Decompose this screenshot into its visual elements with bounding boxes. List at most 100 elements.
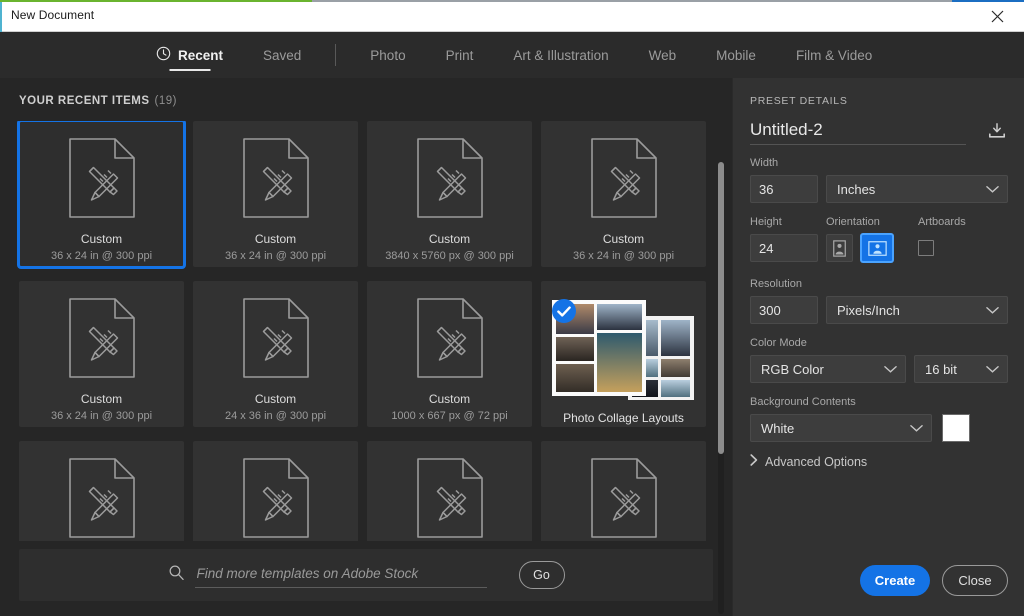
close-button[interactable]: Close <box>942 565 1008 596</box>
recent-item-card[interactable]: Custom 36 x 24 in @ 300 ppi <box>541 121 706 267</box>
tab-label: Photo <box>370 47 406 63</box>
recent-item-subtitle: 36 x 24 in @ 300 ppi <box>224 250 327 262</box>
recent-item-card[interactable] <box>19 441 184 541</box>
recent-items-panel: YOUR RECENT ITEMS (19) Custom 36 x 24 in @… <box>0 78 732 616</box>
chevron-right-icon <box>750 454 758 469</box>
tab-recent[interactable]: Recent <box>136 32 243 78</box>
document-name-input[interactable] <box>750 117 966 145</box>
template-grid: Custom 36 x 24 in @ 300 ppi Custom 36 x 24… <box>0 121 732 541</box>
clock-icon <box>156 46 171 64</box>
color-mode-label: Color Mode <box>750 337 807 349</box>
title-accent-gray <box>312 0 952 2</box>
title-bar: New Document <box>0 0 1024 32</box>
orientation-label: Orientation <box>826 216 880 228</box>
recent-item-title: Custom <box>428 232 471 246</box>
artboards-label: Artboards <box>918 216 966 228</box>
stock-search-go-button[interactable]: Go <box>518 561 565 589</box>
save-preset-icon[interactable] <box>986 120 1008 142</box>
recent-item-subtitle: 1000 x 667 px @ 72 ppi <box>391 410 508 422</box>
width-unit-value: Inches <box>837 181 876 197</box>
background-contents-value: White <box>761 420 795 436</box>
width-input[interactable] <box>750 175 818 203</box>
advanced-options-label: Advanced Options <box>765 454 868 469</box>
tab-saved[interactable]: Saved <box>243 32 321 78</box>
title-accent-blue <box>952 0 1024 2</box>
tab-print[interactable]: Print <box>426 32 494 78</box>
document-icon <box>416 458 483 538</box>
height-input[interactable] <box>750 234 818 262</box>
recent-items-heading: YOUR RECENT ITEMS (19) <box>19 95 177 107</box>
create-button[interactable]: Create <box>860 565 930 596</box>
tab-label: Print <box>445 47 474 63</box>
landscape-orientation-icon[interactable] <box>861 234 893 262</box>
recent-item-card[interactable]: Custom 24 x 36 in @ 300 ppi <box>193 281 358 427</box>
recent-item-card[interactable]: Custom 36 x 24 in @ 300 ppi <box>19 281 184 427</box>
document-icon <box>590 458 657 538</box>
resolution-unit-select[interactable]: Pixels/Inch <box>826 296 1008 324</box>
tab-divider <box>335 44 337 66</box>
tab-photo[interactable]: Photo <box>350 32 425 78</box>
new-document-dialog: New Document Recent Saved Photo Print Ar… <box>0 0 1024 616</box>
chevron-down-icon <box>986 182 999 197</box>
document-icon <box>416 138 483 218</box>
artboards-checkbox[interactable] <box>918 240 934 256</box>
recent-item-title: Custom <box>80 232 123 246</box>
tab-web[interactable]: Web <box>629 32 697 78</box>
tab-label: Art & Illustration <box>513 47 609 63</box>
document-icon <box>242 458 309 538</box>
bit-depth-select[interactable]: 16 bit <box>914 355 1008 383</box>
document-icon <box>242 138 309 218</box>
recent-item-subtitle: 36 x 24 in @ 300 ppi <box>50 410 153 422</box>
document-icon <box>68 298 135 378</box>
color-mode-select[interactable]: RGB Color <box>750 355 906 383</box>
document-icon <box>416 298 483 378</box>
width-unit-select[interactable]: Inches <box>826 175 1008 203</box>
tab-art-illustration[interactable]: Art & Illustration <box>493 32 628 78</box>
height-label: Height <box>750 216 782 228</box>
resolution-label: Resolution <box>750 278 802 290</box>
recent-item-subtitle: 3840 x 5760 px @ 300 ppi <box>385 250 514 262</box>
tab-label: Saved <box>263 47 302 63</box>
recent-item-title: Custom <box>428 392 471 406</box>
recent-item-subtitle: 24 x 36 in @ 300 ppi <box>224 410 327 422</box>
advanced-options-toggle[interactable]: Advanced Options <box>750 454 867 469</box>
recent-item-card[interactable]: Custom 1000 x 667 px @ 72 ppi <box>367 281 532 427</box>
recent-items-count: (19) <box>154 95 177 107</box>
template-grid-viewport: Custom 36 x 24 in @ 300 ppi Custom 36 x 24… <box>0 121 732 541</box>
tab-label: Recent <box>178 47 224 63</box>
background-contents-select[interactable]: White <box>750 414 932 442</box>
check-icon <box>551 299 576 323</box>
recent-item-title: Custom <box>80 392 123 406</box>
template-grid-scrollbar[interactable] <box>718 162 724 614</box>
resolution-input[interactable] <box>750 296 818 324</box>
recent-item-card[interactable]: Photo Collage Layouts <box>541 281 706 427</box>
tab-film-video[interactable]: Film & Video <box>776 32 892 78</box>
chevron-down-icon <box>986 362 999 377</box>
document-icon <box>68 458 135 538</box>
title-accent-green <box>0 0 312 2</box>
close-icon[interactable] <box>976 4 1018 28</box>
recent-item-title: Custom <box>254 232 297 246</box>
background-color-swatch[interactable] <box>942 414 970 442</box>
recent-item-card[interactable]: Custom 36 x 24 in @ 300 ppi <box>193 121 358 267</box>
recent-item-card[interactable]: Custom 36 x 24 in @ 300 ppi <box>17 121 186 269</box>
bit-depth-value: 16 bit <box>925 361 957 377</box>
tab-label: Mobile <box>716 47 756 63</box>
search-icon <box>168 564 185 586</box>
recent-item-title: Custom <box>602 232 645 246</box>
width-label: Width <box>750 157 779 169</box>
recent-item-card[interactable] <box>367 441 532 541</box>
recent-item-card[interactable] <box>193 441 358 541</box>
recent-item-card[interactable]: Custom 3840 x 5760 px @ 300 ppi <box>367 121 532 267</box>
dialog-actions: Create Close <box>733 565 1024 605</box>
document-icon <box>590 138 657 218</box>
scrollbar-thumb[interactable] <box>718 162 724 454</box>
chevron-down-icon <box>910 421 923 436</box>
portrait-orientation-icon[interactable] <box>826 234 853 262</box>
recent-item-card[interactable] <box>541 441 706 541</box>
recent-items-heading-text: YOUR RECENT ITEMS <box>19 95 150 107</box>
tab-mobile[interactable]: Mobile <box>696 32 776 78</box>
category-tab-bar: Recent Saved Photo Print Art & Illustrat… <box>0 32 1024 78</box>
stock-search-input[interactable] <box>194 562 487 588</box>
background-contents-label: Background Contents <box>750 396 856 408</box>
